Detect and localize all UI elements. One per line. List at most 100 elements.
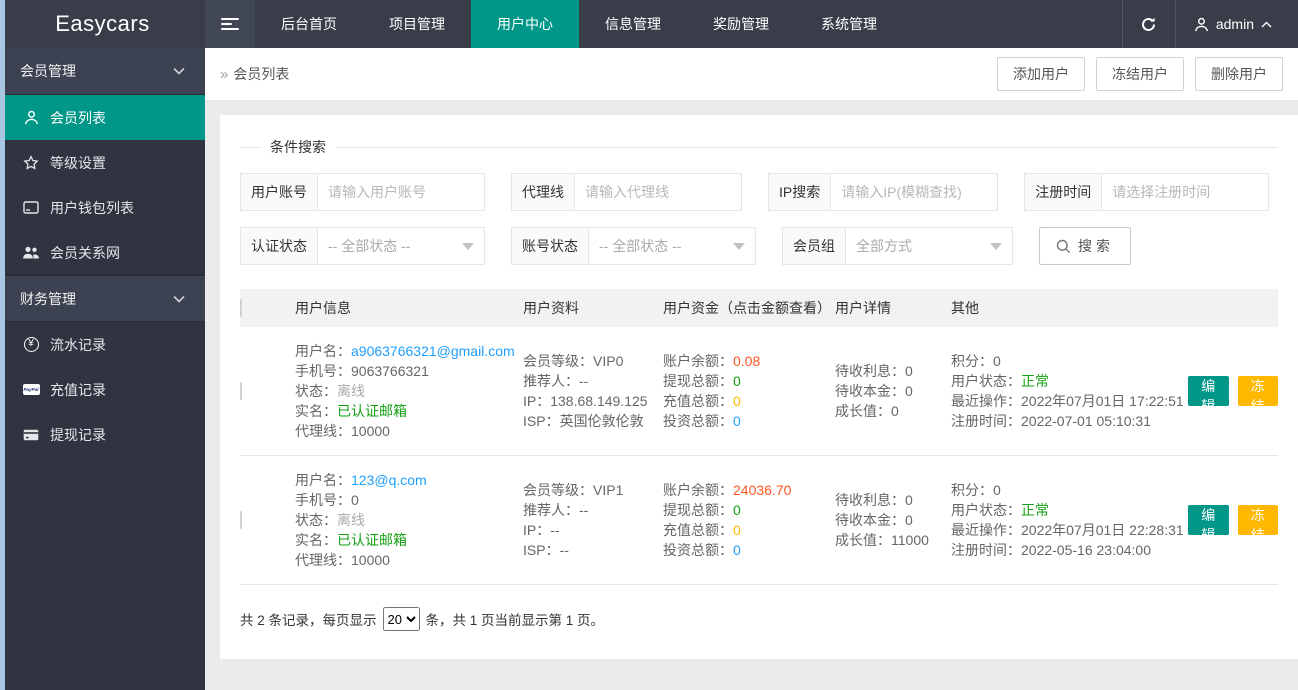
account-status-label: 账号状态 xyxy=(511,227,588,265)
nav-item-projects[interactable]: 项目管理 xyxy=(363,0,471,48)
sidebar-item-label: 会员列表 xyxy=(50,109,106,126)
agent-field-group: 代理线 xyxy=(511,173,742,211)
member-group-label: 会员组 xyxy=(782,227,845,265)
sidebar-item-label: 充值记录 xyxy=(50,381,106,398)
member-group-select[interactable]: 全部方式 xyxy=(845,227,1013,265)
sidebar-item-user-wallets[interactable]: 用户钱包列表 xyxy=(0,185,205,230)
ip-input[interactable] xyxy=(830,173,999,211)
member-group-group: 会员组 全部方式 xyxy=(782,227,1013,265)
nav-item-rewards[interactable]: 奖励管理 xyxy=(687,0,795,48)
table-row: 用户名：a9063766321@gmail.com 手机号：9063766321… xyxy=(240,327,1278,456)
refresh-icon[interactable] xyxy=(1121,0,1176,48)
sidebar-item-withdraw-records[interactable]: 提现记录 xyxy=(0,412,205,457)
col-user-profile: 用户资料 xyxy=(523,300,579,316)
member-group-value: 全部方式 xyxy=(856,238,912,254)
freeze-button[interactable]: 冻结 xyxy=(1237,505,1278,543)
invest-amount[interactable]: 0 xyxy=(733,413,741,429)
username-link[interactable]: a9063766321@gmail.com xyxy=(351,343,515,359)
sidebar-group-finance[interactable]: 财务管理 xyxy=(0,275,205,322)
auth-status-group: 认证状态 -- 全部状态 -- xyxy=(240,227,485,265)
sidebar-item-label: 等级设置 xyxy=(50,154,106,171)
balance-amount[interactable]: 0.08 xyxy=(733,353,760,369)
user-status: 正常 xyxy=(1021,502,1049,518)
username-link[interactable]: 123@q.com xyxy=(351,472,427,488)
col-user-funds: 用户资金（点击金额查看） xyxy=(663,300,831,316)
yen-icon: ¥ xyxy=(22,337,40,352)
user-icon xyxy=(1194,17,1209,32)
sidebar: 会员管理 会员列表 等级设置 用户钱包列表 会员关系网 财务管理 ¥ 流水记录 … xyxy=(0,48,205,690)
ip-field-label: IP搜索 xyxy=(768,173,831,211)
left-edge-strip xyxy=(0,0,5,690)
top-navbar: Easycars 后台首页 项目管理 用户中心 信息管理 奖励管理 系统管理 a… xyxy=(0,0,1298,48)
caret-down-icon xyxy=(462,242,474,250)
invest-amount[interactable]: 0 xyxy=(733,542,741,558)
breadcrumb: » 会员列表 xyxy=(220,64,289,84)
page-title: 会员列表 xyxy=(233,66,290,82)
row-checkbox[interactable] xyxy=(240,511,242,529)
agent-input[interactable] xyxy=(574,173,742,211)
sidebar-collapse-icon[interactable] xyxy=(205,0,255,48)
account-input[interactable] xyxy=(317,173,485,211)
sidebar-item-member-list[interactable]: 会员列表 xyxy=(0,95,205,140)
search-button[interactable]: 搜索 xyxy=(1039,227,1131,265)
sidebar-item-member-network[interactable]: 会员关系网 xyxy=(0,230,205,275)
edit-button[interactable]: 编辑 xyxy=(1188,505,1229,543)
col-user-details: 用户详情 xyxy=(835,300,891,316)
sidebar-item-label: 用户钱包列表 xyxy=(50,199,134,216)
nav-item-home[interactable]: 后台首页 xyxy=(255,0,363,48)
table-row: 用户名：123@q.com 手机号：0 状态：离线 实名：已认证邮箱 代理线：1… xyxy=(240,456,1278,585)
online-status: 离线 xyxy=(337,383,365,399)
edit-button[interactable]: 编辑 xyxy=(1188,376,1229,414)
sidebar-item-recharge-records[interactable]: PayPal 充值记录 xyxy=(0,367,205,412)
account-status-group: 账号状态 -- 全部状态 -- xyxy=(511,227,756,265)
nav-item-system[interactable]: 系统管理 xyxy=(795,0,903,48)
regtime-input[interactable] xyxy=(1101,173,1270,211)
sidebar-group-members[interactable]: 会员管理 xyxy=(0,48,205,95)
table-header-row: 用户信息 用户资料 用户资金（点击金额查看） 用户详情 其他 xyxy=(240,289,1278,327)
online-status: 离线 xyxy=(337,512,365,528)
paypal-icon: PayPal xyxy=(22,384,40,395)
chevron-up-icon xyxy=(1261,21,1272,28)
row-checkbox[interactable] xyxy=(240,382,242,400)
recharge-amount[interactable]: 0 xyxy=(733,393,741,409)
nav-item-user-center[interactable]: 用户中心 xyxy=(471,0,579,48)
search-icon xyxy=(1056,239,1071,254)
freeze-button[interactable]: 冻结 xyxy=(1237,376,1278,414)
sidebar-group-label: 会员管理 xyxy=(20,63,76,79)
delete-user-button[interactable]: 删除用户 xyxy=(1195,57,1283,91)
account-status-value: -- 全部状态 -- xyxy=(599,238,682,254)
main-content: » 会员列表 添加用户 冻结用户 删除用户 条件搜索 用户账号 代理线 I xyxy=(205,48,1298,690)
account-status-select[interactable]: -- 全部状态 -- xyxy=(588,227,756,265)
username: admin xyxy=(1215,16,1254,32)
nav-item-info[interactable]: 信息管理 xyxy=(579,0,687,48)
card-icon xyxy=(22,429,40,441)
select-all-checkbox[interactable] xyxy=(240,299,242,317)
search-fieldset: 条件搜索 用户账号 代理线 IP搜索 注册时间 xyxy=(240,137,1278,265)
freeze-user-button[interactable]: 冻结用户 xyxy=(1096,57,1184,91)
withdraw-amount[interactable]: 0 xyxy=(733,373,741,389)
chevron-down-icon xyxy=(173,295,185,303)
page-size-select[interactable]: 20 xyxy=(382,607,420,631)
auth-status-select[interactable]: -- 全部状态 -- xyxy=(317,227,485,265)
account-field-group: 用户账号 xyxy=(240,173,485,211)
sidebar-item-flow-records[interactable]: ¥ 流水记录 xyxy=(0,322,205,367)
balance-amount[interactable]: 24036.70 xyxy=(733,482,791,498)
add-user-button[interactable]: 添加用户 xyxy=(997,57,1085,91)
sidebar-item-level-settings[interactable]: 等级设置 xyxy=(0,140,205,185)
breadcrumb-bar: » 会员列表 添加用户 冻结用户 删除用户 xyxy=(205,48,1298,100)
recharge-amount[interactable]: 0 xyxy=(733,522,741,538)
main-nav: 后台首页 项目管理 用户中心 信息管理 奖励管理 系统管理 xyxy=(255,0,903,48)
account-field-label: 用户账号 xyxy=(240,173,317,211)
withdraw-amount[interactable]: 0 xyxy=(733,502,741,518)
sidebar-item-label: 流水记录 xyxy=(50,336,106,353)
pagination-prefix: 共 2 条记录，每页显示 xyxy=(240,613,377,628)
regtime-field-label: 注册时间 xyxy=(1024,173,1102,211)
member-table: 用户信息 用户资料 用户资金（点击金额查看） 用户详情 其他 用户名：a9063… xyxy=(240,289,1278,585)
user-icon xyxy=(22,110,40,125)
star-icon xyxy=(22,154,40,171)
chevron-down-icon xyxy=(173,67,185,75)
caret-down-icon xyxy=(733,242,745,250)
breadcrumb-arrows-icon: » xyxy=(220,65,229,83)
regtime-field-group: 注册时间 xyxy=(1024,173,1270,211)
user-menu[interactable]: admin xyxy=(1176,0,1298,48)
